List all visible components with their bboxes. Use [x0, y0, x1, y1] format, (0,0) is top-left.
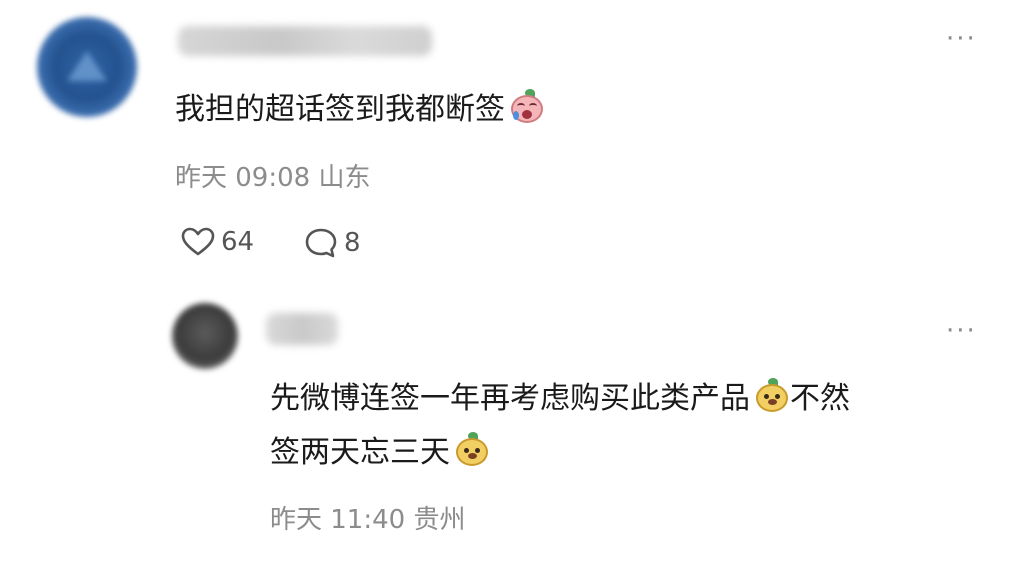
reply-body-part-2: 不然 — [790, 381, 850, 416]
reply-more-options-button[interactable]: ··· — [946, 318, 977, 344]
like-count: 64 — [221, 227, 255, 257]
comment-body: 我担的超话签到我都断签 — [175, 92, 505, 127]
reply-count: 8 — [344, 228, 361, 258]
like-button[interactable]: 64 — [181, 227, 254, 257]
dog-emoji-icon — [454, 432, 490, 468]
reply-meta: 昨天 11:40 贵州 — [270, 505, 465, 535]
reply-body-part-3: 签两天忘三天 — [270, 435, 450, 470]
reply-username-blurred[interactable] — [266, 313, 338, 345]
comment-text: 我担的超话签到我都断签 — [175, 89, 545, 130]
comment-bubble-icon — [305, 228, 337, 258]
reply-button[interactable]: 8 — [304, 227, 361, 259]
avatar[interactable] — [37, 17, 137, 117]
reply-text-line-1: 先微博连签一年再考虑购买此类产品 不然 — [270, 378, 850, 419]
reply-body-part-1: 先微博连签一年再考虑购买此类产品 — [270, 381, 750, 416]
more-options-button[interactable]: ··· — [946, 26, 977, 52]
reply-avatar[interactable] — [172, 303, 238, 369]
reply-location: 贵州 — [413, 505, 466, 535]
comment-location: 山东 — [318, 163, 371, 193]
crying-emoji-icon — [509, 89, 545, 125]
heart-icon — [181, 227, 215, 256]
reply-text-line-2: 签两天忘三天 — [270, 432, 490, 473]
username-blurred[interactable] — [178, 26, 432, 56]
comment-meta: 昨天 09:08 山东 — [175, 163, 370, 193]
dog-emoji-icon — [754, 378, 790, 414]
comment-time: 昨天 09:08 — [175, 163, 311, 193]
reply-time: 昨天 11:40 — [270, 505, 406, 535]
